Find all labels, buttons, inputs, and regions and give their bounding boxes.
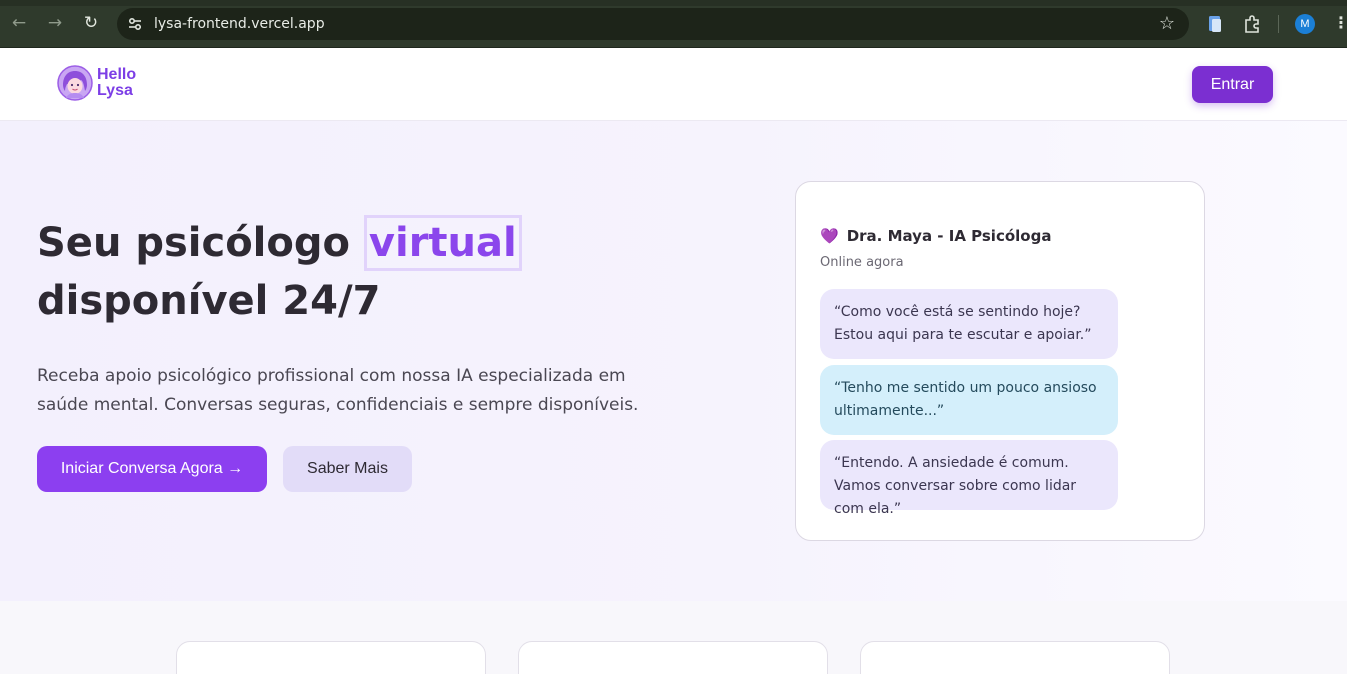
logo-line-1: Hello (97, 66, 137, 83)
browser-toolbar: ← → ↻ lysa-frontend.vercel.app ☆ M ⋮ (0, 0, 1347, 48)
chat-title-text: Dra. Maya - IA Psicóloga (846, 227, 1052, 245)
lysa-avatar-icon[interactable] (57, 65, 93, 101)
chat-bubble-ai: “Entendo. A ansiedade é comum. Vamos con… (820, 440, 1118, 517)
enter-button[interactable]: Entrar (1192, 66, 1273, 103)
forward-icon[interactable]: → (45, 13, 65, 33)
url-text[interactable]: lysa-frontend.vercel.app (154, 16, 325, 32)
hero-title-after: disponível 24/7 (37, 278, 381, 324)
chat-bubble-ai: “Como você está se sentindo hoje? Estou … (820, 289, 1118, 359)
feature-card (518, 641, 828, 674)
extensions-puzzle-icon[interactable] (1242, 14, 1262, 34)
back-icon[interactable]: ← (9, 13, 29, 33)
hero-title-highlight: virtual (363, 215, 522, 271)
profile-avatar[interactable]: M (1295, 14, 1315, 34)
start-conversation-button[interactable]: Iniciar Conversa Agora → (37, 446, 267, 492)
logo-line-2: Lysa (97, 82, 133, 99)
extension-document-icon[interactable] (1205, 14, 1225, 34)
learn-more-button[interactable]: Saber Mais (283, 446, 412, 492)
bookmark-star-icon[interactable]: ☆ (1159, 13, 1175, 34)
chat-preview-card: 💜 Dra. Maya - IA Psicóloga Online agora “… (795, 181, 1205, 541)
hero-subtitle: Receba apoio psicológico profissional co… (37, 366, 639, 415)
chat-title: 💜 Dra. Maya - IA Psicóloga (820, 227, 1051, 245)
logo-wordmark[interactable]: Hello Lysa (97, 67, 136, 99)
site-settings-icon[interactable] (126, 15, 144, 33)
reload-icon[interactable]: ↻ (81, 13, 101, 33)
feature-card (860, 641, 1170, 674)
purple-heart-icon: 💜 (820, 227, 839, 245)
address-bar[interactable]: lysa-frontend.vercel.app ☆ (117, 8, 1189, 40)
kebab-menu-icon[interactable]: ⋮ (1333, 13, 1347, 33)
chat-bubble-user: “Tenho me sentido um pouco ansioso ultim… (820, 365, 1118, 435)
chat-status: Online agora (820, 255, 904, 270)
feature-card (176, 641, 486, 674)
hero-title: Seu psicólogo virtual disponível 24/7 (37, 214, 697, 330)
toolbar-divider (1278, 15, 1279, 33)
tab-strip (0, 0, 1347, 6)
site-header (0, 48, 1347, 121)
hero-title-before: Seu psicólogo (37, 220, 364, 266)
